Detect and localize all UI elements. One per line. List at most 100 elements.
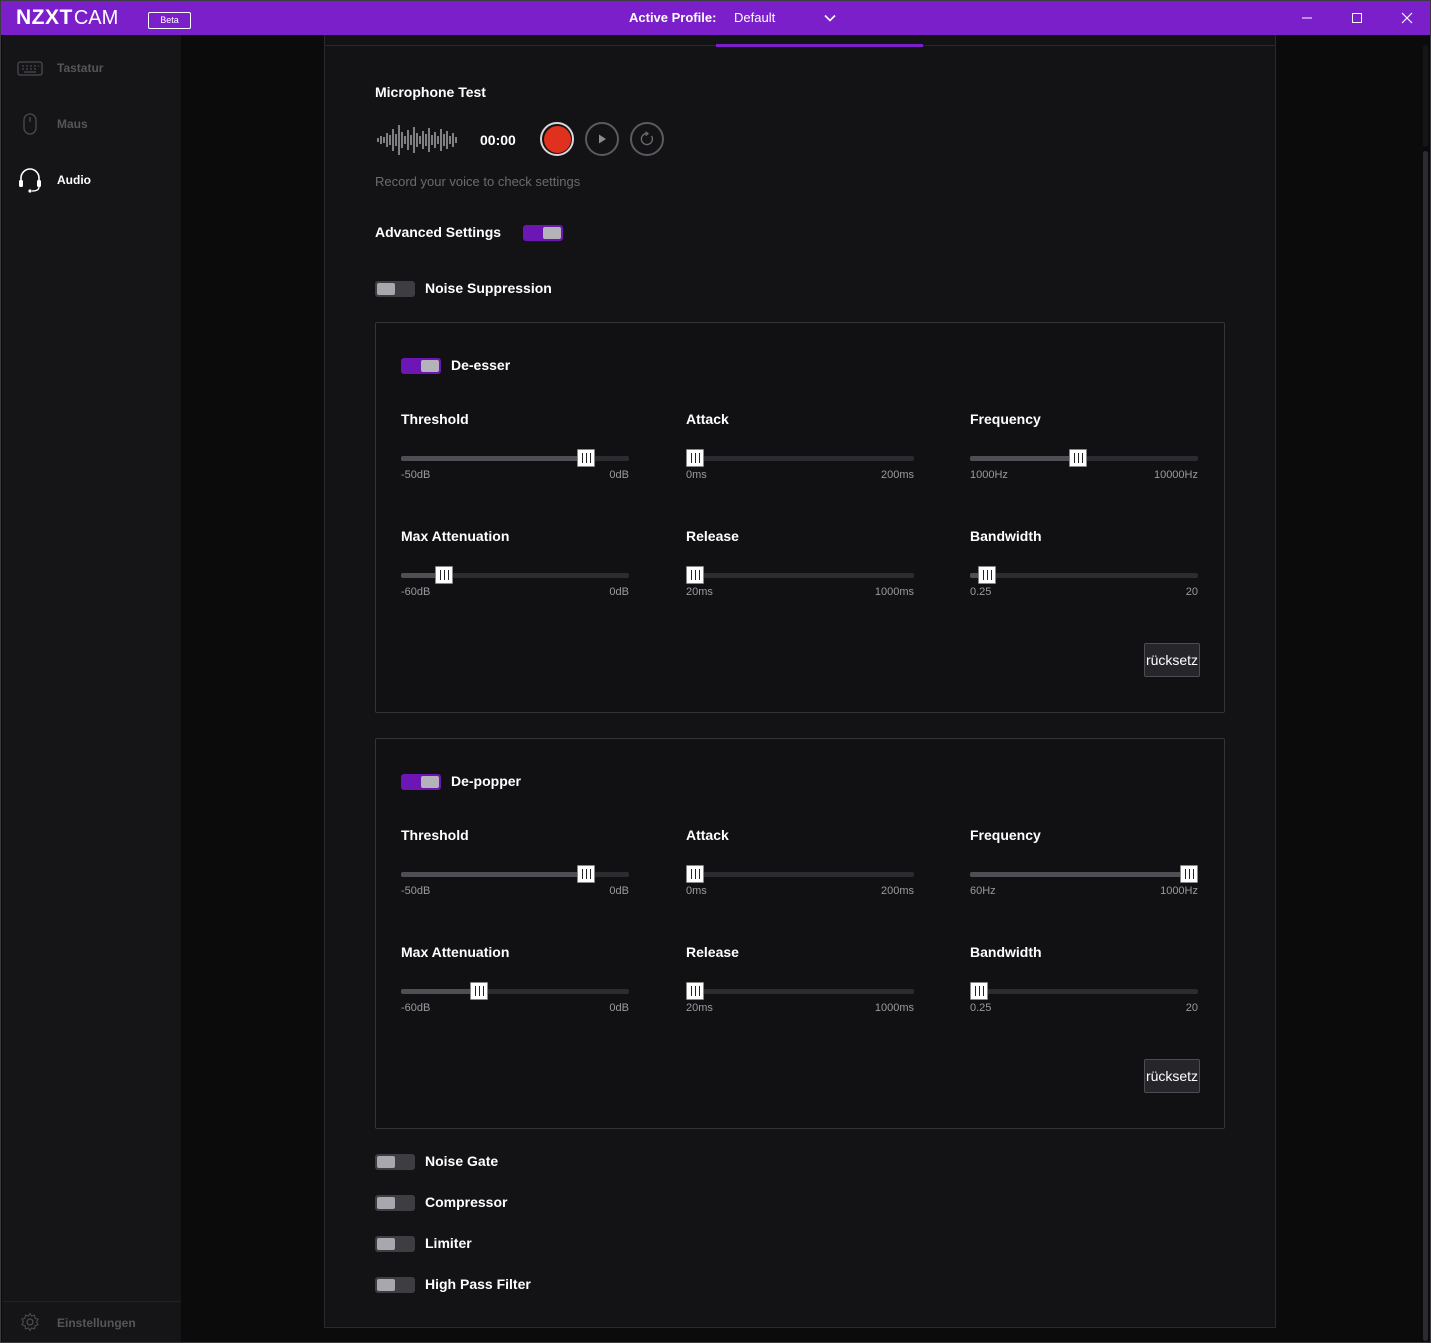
attack-slider[interactable] (686, 449, 914, 467)
advanced-settings-label: Advanced Settings (375, 224, 502, 240)
release-max: 1000ms (874, 586, 914, 598)
bandwidth-max: 20 (1185, 586, 1198, 598)
release-label: Release (686, 528, 739, 544)
frequency-slider[interactable] (970, 449, 1198, 467)
play-button[interactable] (585, 122, 619, 156)
slider-thumb[interactable] (435, 566, 453, 584)
scrollbar-thumb[interactable] (1423, 151, 1428, 1341)
bandwidth-label: Bandwidth (970, 944, 1042, 960)
sidebar-item-maus[interactable]: Maus (2, 104, 181, 144)
mic-test-title: Microphone Test (375, 84, 486, 100)
app-window: NZXT CAM Beta Active Profile: Default Ta… (0, 0, 1431, 1343)
threshold-max: 0dB (609, 885, 629, 897)
high-pass-filter-label: High Pass Filter (425, 1276, 531, 1292)
title-bar: NZXT CAM Beta Active Profile: Default (1, 1, 1430, 35)
noise-gate-toggle[interactable] (375, 1154, 415, 1170)
sidebar-item-tastatur[interactable]: Tastatur (2, 48, 181, 88)
frequency-min: 1000Hz (970, 469, 1008, 481)
replay-button[interactable] (630, 122, 664, 156)
de-esser-toggle[interactable] (401, 358, 441, 374)
de-esser-reset-button[interactable]: rücksetz (1144, 643, 1200, 677)
slider-thumb[interactable] (686, 982, 704, 1000)
max-attenuation-slider[interactable] (401, 566, 629, 584)
threshold-slider[interactable] (401, 865, 629, 883)
slider-thumb[interactable] (686, 566, 704, 584)
release-slider[interactable] (686, 982, 914, 1000)
de-popper-section: De-popper Threshold -50dB 0dB Attack 0ms… (375, 738, 1225, 1129)
release-max: 1000ms (874, 1002, 914, 1014)
gear-icon (16, 1308, 44, 1336)
threshold-label: Threshold (401, 827, 469, 843)
maximize-icon (1352, 13, 1362, 23)
attack-slider[interactable] (686, 865, 914, 883)
threshold-min: -50dB (401, 885, 431, 897)
sidebar: Tastatur Maus Audio Einstellungen (2, 35, 181, 1342)
max-attenuation-min: -60dB (401, 586, 431, 598)
close-icon (1401, 12, 1413, 24)
chevron-down-icon[interactable] (823, 11, 837, 25)
threshold-label: Threshold (401, 411, 469, 427)
scrollbar-top-thumb[interactable] (1423, 45, 1428, 147)
advanced-settings-toggle[interactable] (523, 225, 563, 241)
beta-badge: Beta (148, 12, 191, 29)
close-button[interactable] (1382, 1, 1431, 35)
audio-settings-panel: Microphone Test 00:00 Record your voice … (324, 35, 1276, 1328)
de-esser-section: De-esser Threshold -50dB 0dB Attack 0ms … (375, 322, 1225, 713)
bandwidth-min: 0.25 (970, 1002, 992, 1014)
maximize-button[interactable] (1332, 1, 1382, 35)
active-profile-label: Active Profile: (629, 10, 717, 25)
compressor-toggle[interactable] (375, 1195, 415, 1211)
high-pass-filter-toggle[interactable] (375, 1277, 415, 1293)
attack-min: 0ms (686, 469, 707, 481)
slider-thumb[interactable] (577, 865, 595, 883)
attack-label: Attack (686, 827, 729, 843)
minimize-button[interactable] (1282, 1, 1332, 35)
threshold-slider[interactable] (401, 449, 629, 467)
active-tab-indicator (716, 44, 923, 47)
slider-thumb[interactable] (470, 982, 488, 1000)
attack-max: 200ms (880, 469, 914, 481)
compressor-label: Compressor (425, 1194, 508, 1210)
record-button[interactable] (540, 122, 574, 156)
slider-thumb[interactable] (686, 449, 704, 467)
max-attenuation-slider[interactable] (401, 982, 629, 1000)
noise-suppression-label: Noise Suppression (425, 280, 552, 296)
slider-thumb[interactable] (1069, 449, 1087, 467)
de-popper-reset-button[interactable]: rücksetz (1144, 1059, 1200, 1093)
slider-thumb[interactable] (1180, 865, 1198, 883)
slider-thumb[interactable] (978, 566, 996, 584)
recording-timer: 00:00 (480, 132, 516, 148)
minimize-icon (1302, 17, 1312, 19)
app-logo: NZXT CAM (16, 6, 118, 30)
frequency-slider[interactable] (970, 865, 1198, 883)
de-esser-label: De-esser (451, 357, 511, 373)
max-attenuation-min: -60dB (401, 1002, 431, 1014)
vertical-scrollbar[interactable] (1420, 45, 1430, 1342)
bandwidth-slider[interactable] (970, 566, 1198, 584)
mic-test-hint: Record your voice to check settings (375, 174, 581, 189)
attack-min: 0ms (686, 885, 707, 897)
release-min: 20ms (686, 1002, 713, 1014)
sidebar-item-einstellungen[interactable]: Einstellungen (2, 1301, 181, 1342)
noise-suppression-toggle[interactable] (375, 281, 415, 297)
slider-thumb[interactable] (970, 982, 988, 1000)
release-label: Release (686, 944, 739, 960)
attack-label: Attack (686, 411, 729, 427)
slider-thumb[interactable] (577, 449, 595, 467)
limiter-toggle[interactable] (375, 1236, 415, 1252)
play-icon (599, 134, 606, 144)
threshold-min: -50dB (401, 469, 431, 481)
sidebar-item-audio[interactable]: Audio (2, 160, 181, 200)
release-slider[interactable] (686, 566, 914, 584)
mouse-icon (16, 110, 44, 138)
keyboard-icon (16, 54, 44, 82)
active-profile-dropdown[interactable]: Default (734, 10, 775, 25)
logo-sub: CAM (73, 7, 119, 29)
bandwidth-slider[interactable] (970, 982, 1198, 1000)
de-popper-toggle[interactable] (401, 774, 441, 790)
de-popper-label: De-popper (451, 773, 521, 789)
logo-main: NZXT (16, 6, 73, 29)
headset-icon (16, 166, 44, 194)
bandwidth-max: 20 (1185, 1002, 1198, 1014)
slider-thumb[interactable] (686, 865, 704, 883)
